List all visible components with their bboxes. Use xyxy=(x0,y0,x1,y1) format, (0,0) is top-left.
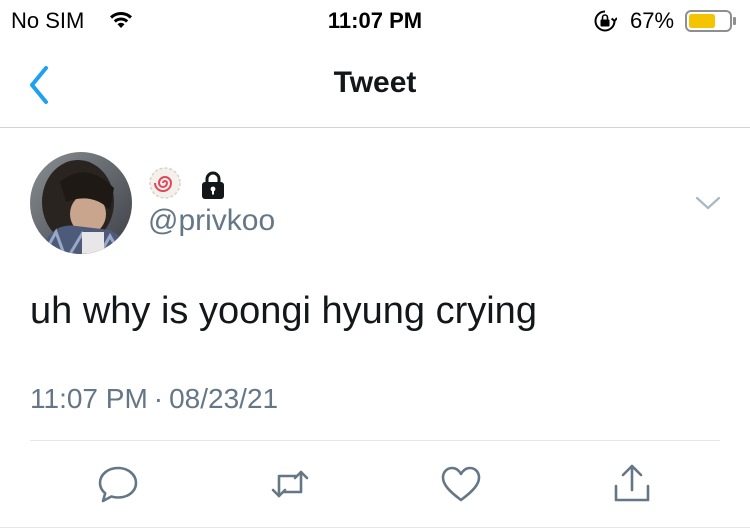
like-button[interactable] xyxy=(437,460,485,508)
battery-icon xyxy=(685,10,736,32)
tweet-time: 11:07 PM xyxy=(30,383,148,414)
fishcake-emoji-icon xyxy=(149,167,181,199)
more-options-button[interactable] xyxy=(694,192,722,214)
reply-icon xyxy=(98,466,138,503)
status-bar: No SIM 11:07 PM 67% xyxy=(0,0,750,44)
nav-bar: Tweet xyxy=(0,44,750,128)
separator: · xyxy=(153,383,164,414)
page-title: Tweet xyxy=(333,66,417,99)
battery-percent: 67% xyxy=(630,8,675,33)
lock-icon xyxy=(202,171,224,199)
divider xyxy=(0,527,750,528)
reply-button[interactable] xyxy=(94,460,142,508)
avatar-photo xyxy=(30,152,132,254)
orientation-lock-icon xyxy=(594,10,617,32)
share-icon xyxy=(614,464,650,502)
chevron-down-icon xyxy=(695,196,721,210)
heart-icon xyxy=(441,466,481,502)
avatar[interactable] xyxy=(30,152,132,254)
tweet-timestamp: 11:07 PM · 08/23/21 xyxy=(30,383,278,415)
tweet-date: 08/23/21 xyxy=(169,383,279,414)
user-handle[interactable]: @privkoo xyxy=(148,204,275,238)
divider xyxy=(30,440,720,441)
retweet-button[interactable] xyxy=(266,460,314,508)
tweet-text: uh why is yoongi hyung crying xyxy=(30,290,537,332)
share-button[interactable] xyxy=(608,460,656,508)
retweet-icon xyxy=(271,470,309,498)
